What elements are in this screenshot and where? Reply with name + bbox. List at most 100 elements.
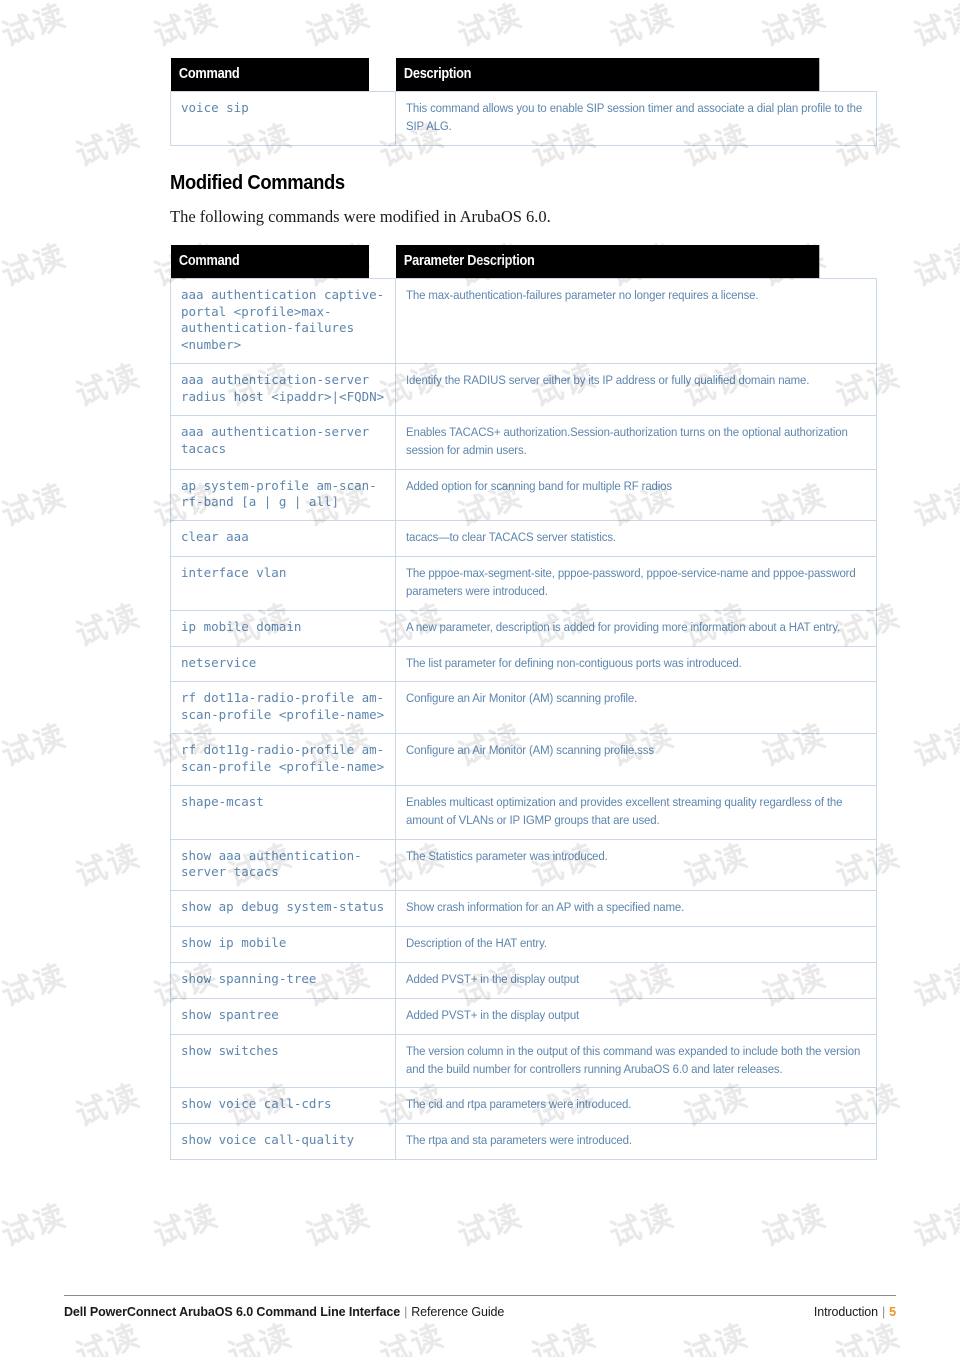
page-content: Command Description voice sip This comma… <box>170 58 877 1160</box>
cell-description-text: A new parameter, description is added fo… <box>406 619 841 634</box>
table-row: show ap debug system-status Show crash in… <box>170 890 877 928</box>
table-row: ip mobile domain A new parameter, descrip… <box>170 609 877 647</box>
cell-description: The Statistics parameter was introduced. <box>395 838 877 892</box>
footer-separator: | <box>404 1305 408 1319</box>
table-row: show aaa authentication-server tacacs The… <box>170 838 877 892</box>
table-row: show spantree Added PVST+ in the display … <box>170 997 877 1035</box>
cell-command: show spanning-tree <box>170 962 396 999</box>
table-row: voice sip This command allows you to ena… <box>170 91 877 146</box>
cell-description: Configure an Air Monitor (AM) scanning p… <box>395 733 877 786</box>
table-header-row: Command Parameter Description <box>170 244 877 279</box>
page-footer: Dell PowerConnect ArubaOS 6.0 Command Li… <box>64 1295 896 1319</box>
cell-command: clear aaa <box>170 520 396 558</box>
table-row: shape-mcast Enables multicast optimizatio… <box>170 784 877 840</box>
column-header-parameter-description: Parameter Description <box>395 244 819 279</box>
cell-description-text: The cid and rtpa parameters were introdu… <box>406 1097 632 1112</box>
cell-description: The rtpa and sta parameters were introdu… <box>395 1123 877 1160</box>
cell-description: Show crash information for an AP with a … <box>395 890 877 928</box>
cell-description-text: The max-authentication-failures paramete… <box>406 287 759 302</box>
table-row: interface vlan The pppoe-max-segment-site… <box>170 556 877 611</box>
table-row: clear aaa tacacs—to clear TACACS server s… <box>170 520 877 558</box>
table-row: rf dot11a-radio-profile am-scan-profile … <box>170 681 877 735</box>
footer-title: Dell PowerConnect ArubaOS 6.0 Command Li… <box>64 1305 504 1319</box>
cell-description: Added option for scanning band for multi… <box>395 468 877 522</box>
cell-command: aaa authentication captive-portal <profi… <box>170 277 396 365</box>
cell-description-text: The Statistics parameter was introduced. <box>406 848 608 863</box>
cell-description: A new parameter, description is added fo… <box>395 609 877 647</box>
table-row: aaa authentication captive-portal <profi… <box>170 277 877 365</box>
table-row: ap system-profile am-scan-rf-band [a | g… <box>170 468 877 522</box>
table-row: show spanning-tree Added PVST+ in the dis… <box>170 962 877 999</box>
column-header-command: Command <box>170 58 369 92</box>
cell-command: netservice <box>170 645 396 683</box>
cell-description: Description of the HAT entry. <box>395 926 877 964</box>
cell-description-text: Configure an Air Monitor (AM) scanning p… <box>406 691 638 706</box>
table-row: aaa authentication-server radius host <i… <box>170 363 877 416</box>
table-row: rf dot11g-radio-profile am-scan-profile … <box>170 733 877 786</box>
cell-description: Added PVST+ in the display output <box>395 997 877 1035</box>
footer-chapter: Introduction <box>813 1305 878 1319</box>
document-page: Command Description voice sip This comma… <box>0 0 960 1357</box>
cell-command: interface vlan <box>170 556 396 611</box>
modified-commands-table: Command Parameter Description aaa authen… <box>170 244 877 1160</box>
cell-description-text: Show crash information for an AP with a … <box>406 900 685 915</box>
cell-description: Added PVST+ in the display output <box>395 962 877 999</box>
cell-command: show ap debug system-status <box>170 890 396 928</box>
cell-command: aaa authentication-server radius host <i… <box>170 363 396 416</box>
cell-command: show switches <box>170 1033 396 1089</box>
footer-title-bold: Dell PowerConnect ArubaOS 6.0 Command Li… <box>64 1305 401 1319</box>
cell-command: ip mobile domain <box>170 609 396 647</box>
cell-command: show aaa authentication-server tacacs <box>170 838 396 892</box>
cell-description-text: The list parameter for defining non-cont… <box>406 655 742 670</box>
table-row: netservice The list parameter for definin… <box>170 645 877 683</box>
table-row: show switches The version column in the o… <box>170 1033 877 1089</box>
section-heading: Modified Commands <box>170 171 345 194</box>
cell-description: The cid and rtpa parameters were introdu… <box>395 1087 877 1125</box>
cell-description-text: Added PVST+ in the display output <box>406 1007 580 1022</box>
table-header-row: Command Description <box>170 58 877 92</box>
column-header-description: Description <box>395 58 819 92</box>
table-row: aaa authentication-server tacacs Enables … <box>170 414 877 470</box>
cell-description-text: The pppoe-max-segment-site, pppoe-passwo… <box>406 566 856 598</box>
cell-description-text: The version column in the output of this… <box>406 1043 861 1076</box>
table-row: show ip mobile Description of the HAT ent… <box>170 926 877 964</box>
cell-description-text: Enables multicast optimization and provi… <box>406 794 843 827</box>
cell-description: tacacs—to clear TACACS server statistics… <box>395 520 877 558</box>
cell-description: The version column in the output of this… <box>395 1033 877 1089</box>
cell-command: rf dot11g-radio-profile am-scan-profile … <box>170 733 396 786</box>
footer-page-number: 5 <box>889 1305 896 1319</box>
table-row: show voice call-cdrs The cid and rtpa par… <box>170 1087 877 1125</box>
cell-command: show voice call-cdrs <box>170 1087 396 1125</box>
new-commands-body: voice sip This command allows you to ena… <box>170 91 877 146</box>
new-commands-table: Command Description voice sip This comma… <box>170 58 877 146</box>
cell-command: aaa authentication-server tacacs <box>170 414 396 470</box>
cell-command: voice sip <box>170 91 396 146</box>
cell-description: Enables multicast optimization and provi… <box>395 784 877 840</box>
cell-command: ap system-profile am-scan-rf-band [a | g… <box>170 468 396 522</box>
cell-description-text: The rtpa and sta parameters were introdu… <box>406 1133 632 1148</box>
cell-command: shape-mcast <box>170 784 396 840</box>
cell-command: show voice call-quality <box>170 1123 396 1160</box>
footer-chapter-page: Introduction | 5 <box>814 1305 896 1319</box>
footer-separator-right: | <box>881 1305 886 1319</box>
cell-description: This command allows you to enable SIP se… <box>395 91 877 146</box>
column-header-command: Command <box>170 244 369 279</box>
table-row: show voice call-quality The rtpa and sta … <box>170 1123 877 1160</box>
cell-command: rf dot11a-radio-profile am-scan-profile … <box>170 681 396 735</box>
cell-command: show spantree <box>170 997 396 1035</box>
cell-description-text: tacacs—to clear TACACS server statistics… <box>406 530 616 545</box>
cell-description: Enables TACACS+ authorization.Session-au… <box>395 414 877 470</box>
cell-description: The pppoe-max-segment-site, pppoe-passwo… <box>395 556 877 611</box>
section-intro-text: The following commands were modified in … <box>170 206 551 226</box>
cell-description-text: Added option for scanning band for multi… <box>406 478 672 493</box>
cell-description-text: Description of the HAT entry. <box>406 936 547 951</box>
modified-commands-body: aaa authentication captive-portal <profi… <box>170 277 877 1160</box>
cell-description: Configure an Air Monitor (AM) scanning p… <box>395 681 877 735</box>
cell-description-text: Added PVST+ in the display output <box>406 972 580 987</box>
cell-description: The max-authentication-failures paramete… <box>395 277 877 365</box>
cell-description-text: Configure an Air Monitor (AM) scanning p… <box>406 743 654 758</box>
footer-subtitle: Reference Guide <box>411 1305 505 1319</box>
cell-description: Identify the RADIUS server either by its… <box>395 363 877 416</box>
cell-description-text: Enables TACACS+ authorization.Session-au… <box>406 424 848 457</box>
cell-command: show ip mobile <box>170 926 396 964</box>
